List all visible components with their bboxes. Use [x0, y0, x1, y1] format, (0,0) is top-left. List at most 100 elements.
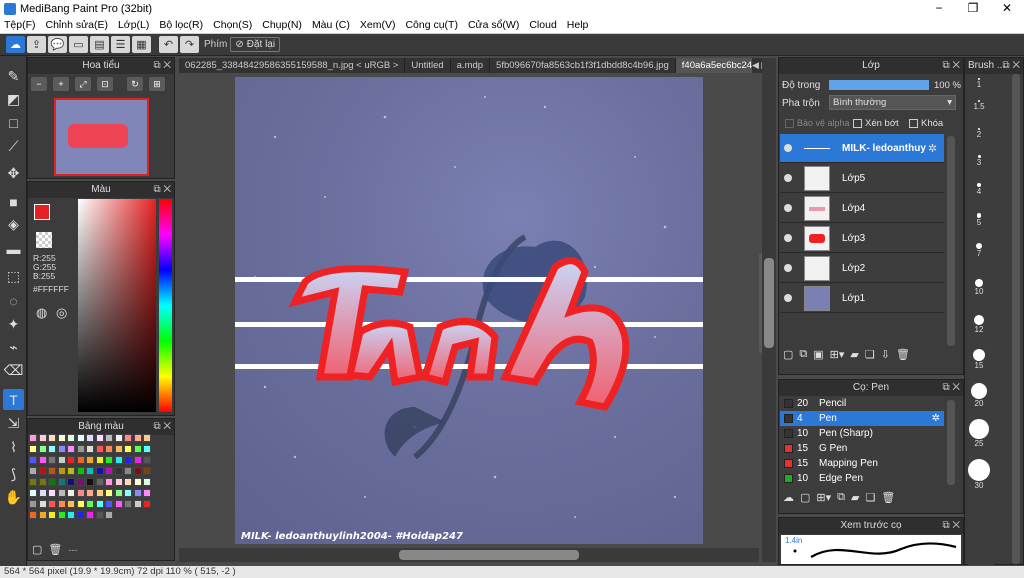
palette-swatch[interactable]: [67, 467, 75, 475]
merge-icon[interactable]: ⇩: [881, 348, 890, 361]
palette-swatch[interactable]: [38, 478, 47, 486]
palette-swatch[interactable]: [29, 445, 37, 453]
palette-swatch[interactable]: [86, 489, 94, 497]
reset-button[interactable]: ⊘ Đặt lại: [230, 37, 281, 52]
palette-swatch[interactable]: [67, 478, 75, 486]
palette-swatch[interactable]: [86, 456, 94, 464]
palette-swatch[interactable]: [29, 456, 37, 464]
palette-swatch[interactable]: [48, 489, 56, 497]
new-halftone-layer-icon[interactable]: ▣: [813, 348, 823, 361]
duplicate-icon[interactable]: ❏: [865, 348, 875, 361]
select-eraser-tool-icon[interactable]: ⌫: [3, 360, 24, 381]
visibility-icon[interactable]: [784, 174, 792, 182]
palette-swatch[interactable]: [57, 456, 66, 464]
palette-swatch[interactable]: [67, 456, 75, 464]
new-brush-icon[interactable]: ▢: [800, 491, 810, 504]
panel-controls-icon[interactable]: ⧉ ✕: [153, 58, 171, 74]
palette-swatch[interactable]: [57, 511, 66, 519]
brush-size-item[interactable]: 2: [966, 128, 992, 139]
tab-doc-3[interactable]: a.mdp: [451, 58, 491, 73]
layer-row-3[interactable]: Lớp3: [780, 224, 944, 253]
brush-size-item[interactable]: 4: [966, 183, 992, 196]
palette-swatch[interactable]: [29, 511, 37, 519]
canvas-hscroll-thumb[interactable]: [399, 550, 579, 560]
move-tool-icon[interactable]: ✥: [3, 163, 24, 184]
copy-layer-icon[interactable]: ⧉: [799, 348, 807, 361]
gear-icon[interactable]: ✲: [928, 142, 937, 155]
palette-swatch[interactable]: [48, 500, 56, 508]
menu-help[interactable]: Help: [567, 19, 589, 31]
actual-size-icon[interactable]: ⊡: [97, 77, 113, 91]
palette-swatch[interactable]: [143, 434, 151, 442]
tab-doc-1[interactable]: 062285_33848429586355159588_n.jpg < uRGB…: [179, 58, 406, 73]
palette-swatch[interactable]: [95, 467, 104, 475]
palette-swatch[interactable]: [105, 467, 113, 475]
saturation-value-picker[interactable]: [78, 199, 156, 412]
palette-swatch[interactable]: [143, 500, 151, 508]
palette-swatch[interactable]: [76, 478, 85, 486]
redo-icon[interactable]: ↷: [180, 36, 199, 53]
palette-swatch[interactable]: [95, 511, 104, 519]
palette-swatch[interactable]: [38, 500, 47, 508]
palette-swatch[interactable]: [124, 434, 132, 442]
display-icon[interactable]: ▭: [69, 36, 88, 53]
rectangle-tool-icon[interactable]: □: [3, 112, 24, 133]
layer-row-5[interactable]: Lớp5: [780, 164, 944, 193]
flip-icon[interactable]: ⊞: [149, 77, 165, 91]
palette-swatch[interactable]: [86, 467, 94, 475]
document-icon[interactable]: ▤: [90, 36, 109, 53]
foreground-color-swatch[interactable]: [34, 204, 50, 220]
grid-icon[interactable]: ▦: [132, 36, 151, 53]
palette-swatch[interactable]: [105, 456, 113, 464]
palette-swatch[interactable]: [105, 489, 113, 497]
brush-item-g-pen[interactable]: 15 G Pen: [780, 441, 944, 456]
operation-tool-icon[interactable]: ⇲: [3, 413, 24, 434]
hand-tool-icon[interactable]: ✋: [3, 487, 24, 508]
brush-size-item[interactable]: 30: [966, 459, 992, 490]
brush-scrollbar[interactable]: [947, 400, 955, 485]
brush-item-edge-pen[interactable]: 10 Edge Pen: [780, 471, 944, 486]
panel-controls-icon[interactable]: ⧉ ✕: [942, 518, 960, 534]
brush-size-item[interactable]: 20: [966, 383, 992, 408]
hue-slider[interactable]: [159, 199, 172, 412]
palette-swatch[interactable]: [95, 456, 104, 464]
palette-swatch[interactable]: [105, 478, 113, 486]
palette-swatch[interactable]: [29, 478, 37, 486]
eyedropper-tool-icon[interactable]: ⟆: [3, 464, 24, 485]
layer-row-1[interactable]: Lớp1: [780, 284, 944, 313]
fit-icon[interactable]: ⤢: [75, 77, 91, 91]
brush-cloud-icon[interactable]: ☁: [783, 491, 794, 504]
palette-swatch[interactable]: [29, 489, 37, 497]
palette-swatch[interactable]: [114, 478, 123, 486]
panel-controls-icon[interactable]: ⧉ ✕: [153, 182, 171, 198]
palette-swatch[interactable]: [76, 511, 85, 519]
panel-controls-icon[interactable]: ⧉ ✕: [153, 419, 171, 435]
palette-swatch[interactable]: [124, 500, 132, 508]
fill-rect-tool-icon[interactable]: ■: [3, 191, 24, 212]
palette-swatch[interactable]: [105, 445, 113, 453]
palette-swatch[interactable]: [76, 489, 85, 497]
maximize-button[interactable]: ❐: [956, 0, 990, 17]
pen-tool-icon[interactable]: ⟋: [3, 136, 24, 157]
add-layer-menu-icon[interactable]: ⊞▾: [830, 348, 845, 361]
eraser-tool-icon[interactable]: ◩: [3, 89, 24, 110]
brush-size-item[interactable]: 5: [966, 213, 992, 227]
palette-swatch[interactable]: [133, 467, 142, 475]
clip-checkbox[interactable]: Xén bớt: [853, 118, 899, 129]
palette-swatch[interactable]: [114, 489, 123, 497]
zoom-out-icon[interactable]: −: [31, 77, 47, 91]
palette-swatch[interactable]: [143, 456, 151, 464]
palette-swatch[interactable]: [29, 434, 37, 442]
palette-swatch[interactable]: [67, 445, 75, 453]
brush-folder-icon[interactable]: ▰: [851, 491, 859, 504]
visibility-icon[interactable]: [784, 234, 792, 242]
palette-swatch[interactable]: [67, 500, 75, 508]
palette-swatch[interactable]: [143, 478, 151, 486]
palette-swatch[interactable]: [67, 489, 75, 497]
comment-icon[interactable]: 💬: [48, 36, 67, 53]
delete-palette-icon[interactable]: 🗑: [48, 543, 62, 556]
transparent-swatch[interactable]: [36, 232, 52, 248]
opacity-slider[interactable]: [829, 80, 929, 90]
brush-size-item[interactable]: 3: [966, 155, 992, 167]
palette-swatch[interactable]: [143, 467, 151, 475]
